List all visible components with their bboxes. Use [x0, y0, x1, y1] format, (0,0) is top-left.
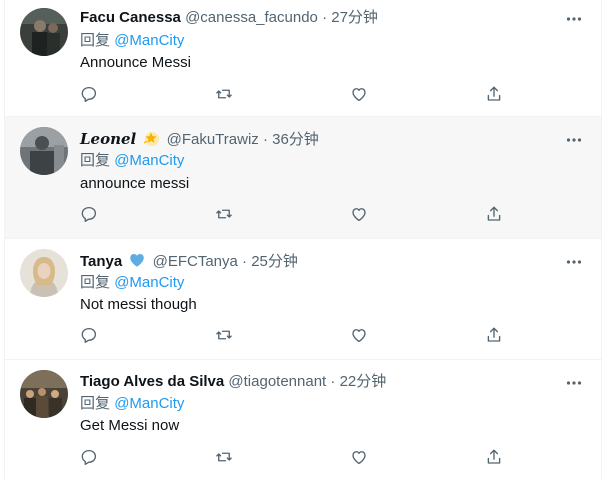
blue-heart-icon — [128, 251, 146, 275]
tweet-header: Tanya @EFCTanya · 25分钟 — [80, 251, 298, 271]
reply-prefix: 回复 — [80, 32, 111, 49]
display-name[interactable]: Tanya — [80, 253, 122, 270]
replying-to-line: 回复 @ManCity — [80, 151, 184, 171]
tweet-actions — [80, 326, 510, 346]
tweet-header: Leonel @FakuTrawiz · 36分钟 — [80, 129, 319, 149]
tweet-header: Facu Canessa @canessa_facundo · 27分钟 — [80, 8, 378, 28]
reply-prefix: 回复 — [80, 274, 111, 291]
replying-to-line: 回复 @ManCity — [80, 394, 184, 414]
tweet-actions — [80, 85, 510, 105]
more-options-icon[interactable] — [565, 10, 583, 28]
more-options-icon[interactable] — [565, 253, 583, 271]
like-icon[interactable] — [350, 205, 370, 225]
replying-to-line: 回复 @ManCity — [80, 273, 184, 293]
timestamp[interactable]: 36分钟 — [272, 131, 319, 148]
tweet-text: announce messi — [80, 175, 190, 192]
tweet-reply[interactable]: Tanya @EFCTanya · 25分钟 回复 @ManCity Not m… — [5, 239, 601, 360]
mention-link[interactable]: @ManCity — [114, 32, 184, 49]
reply-prefix: 回复 — [80, 395, 111, 412]
display-name[interactable]: Facu Canessa — [80, 9, 181, 26]
separator-dot: · — [262, 131, 268, 148]
reply-icon[interactable] — [80, 85, 100, 105]
avatar[interactable] — [20, 249, 68, 297]
retweet-icon[interactable] — [215, 326, 235, 346]
tweet-reply[interactable]: Tiago Alves da Silva @tiagotennant · 22分… — [5, 360, 601, 479]
timestamp[interactable]: 27分钟 — [331, 9, 378, 26]
user-handle[interactable]: @EFCTanya — [153, 253, 238, 270]
like-icon[interactable] — [350, 326, 370, 346]
timestamp[interactable]: 25分钟 — [251, 253, 298, 270]
display-name[interactable]: Tiago Alves da Silva — [80, 373, 224, 390]
user-handle[interactable]: @FakuTrawiz — [167, 131, 259, 148]
tweet-header: Tiago Alves da Silva @tiagotennant · 22分… — [80, 372, 386, 392]
avatar[interactable] — [20, 127, 68, 175]
reply-icon[interactable] — [80, 448, 100, 468]
reply-icon[interactable] — [80, 205, 100, 225]
user-handle[interactable]: @canessa_facundo — [185, 9, 318, 26]
tweet-reply[interactable]: Leonel @FakuTrawiz · 36分钟 回复 @ManCity an… — [5, 117, 601, 239]
display-name[interactable]: Leonel — [80, 130, 136, 148]
separator-dot: · — [242, 253, 248, 270]
more-options-icon[interactable] — [565, 131, 583, 149]
mention-link[interactable]: @ManCity — [114, 395, 184, 412]
retweet-icon[interactable] — [215, 448, 235, 468]
mention-link[interactable]: @ManCity — [114, 274, 184, 291]
sparkle-star-icon — [142, 129, 160, 153]
share-icon[interactable] — [485, 85, 505, 105]
replying-to-line: 回复 @ManCity — [80, 31, 184, 51]
tweet-text: Not messi though — [80, 296, 197, 313]
tweet-actions — [80, 205, 510, 225]
retweet-icon[interactable] — [215, 85, 235, 105]
share-icon[interactable] — [485, 448, 505, 468]
user-handle[interactable]: @tiagotennant — [228, 373, 326, 390]
share-icon[interactable] — [485, 205, 505, 225]
more-options-icon[interactable] — [565, 374, 583, 392]
avatar[interactable] — [20, 8, 68, 56]
tweet-reply[interactable]: Facu Canessa @canessa_facundo · 27分钟 回复 … — [5, 0, 601, 117]
reply-prefix: 回复 — [80, 152, 111, 169]
retweet-icon[interactable] — [215, 205, 235, 225]
tweet-text: Get Messi now — [80, 417, 180, 434]
separator-dot: · — [330, 373, 336, 390]
timestamp[interactable]: 22分钟 — [340, 373, 387, 390]
tweet-actions — [80, 448, 510, 468]
like-icon[interactable] — [350, 85, 370, 105]
like-icon[interactable] — [350, 448, 370, 468]
reply-icon[interactable] — [80, 326, 100, 346]
mention-link[interactable]: @ManCity — [114, 152, 184, 169]
tweet-text: Announce Messi — [80, 54, 191, 71]
share-icon[interactable] — [485, 326, 505, 346]
separator-dot: · — [322, 9, 328, 26]
timeline-right-border — [601, 0, 602, 479]
avatar[interactable] — [20, 370, 68, 418]
